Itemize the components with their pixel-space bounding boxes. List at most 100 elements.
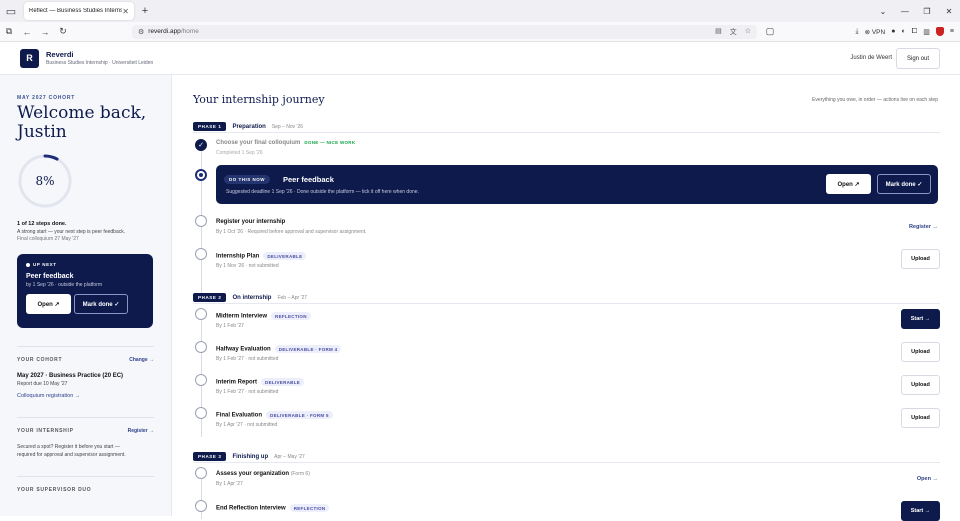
extensions-icon[interactable]: ⧠ <box>912 28 918 36</box>
journey-main: Your internship journey Everything you o… <box>193 75 940 521</box>
step-tag: DELIVERABLE · FORM 4 <box>274 345 342 353</box>
phase-3-header: PHASE 3 Finishing up Apr – May '27 <box>193 451 940 463</box>
sidebar: MAY 2027 COHORT Welcome back, Justin 8% … <box>0 75 172 516</box>
step-title-text: Halfway Evaluation <box>216 346 271 353</box>
up-next-mark-done-button[interactable]: Mark done ✓ <box>74 294 128 314</box>
up-next-label-text: UP NEXT <box>33 262 57 267</box>
back-icon[interactable]: ← <box>18 22 36 42</box>
step-title-text: Assess your organization <box>216 471 290 477</box>
translate-icon[interactable]: 文 <box>730 27 737 37</box>
phase-badge: PHASE 3 <box>193 452 227 461</box>
progress-percent: 8% <box>35 174 55 188</box>
step-sub: By 1 Feb '27 · not submitted <box>216 389 279 395</box>
vpn-button[interactable]: ⊗ VPN <box>865 28 886 36</box>
phase-dates: Sep – Nov '26 <box>271 123 304 130</box>
phase-name: Finishing up <box>232 453 269 460</box>
menu-icon[interactable]: ≡ <box>950 28 954 35</box>
account-icon[interactable]: ● <box>891 28 895 35</box>
start-button[interactable]: Start → <box>901 309 940 329</box>
pending-circle-icon <box>195 308 207 320</box>
phase-badge: PHASE 1 <box>193 122 227 131</box>
up-next-subtitle: by 1 Sep '26 · outside the platform <box>26 282 102 288</box>
step-title: Choose your final colloquium DONE — NICE … <box>216 140 355 146</box>
current-step-sub: Suggested deadline 1 Sep '26 · Done outs… <box>226 189 419 195</box>
peer-mark-done-button[interactable]: Mark done ✓ <box>877 174 931 194</box>
dot-icon <box>26 262 30 267</box>
current-step-icon <box>195 169 207 181</box>
tab-overview-icon[interactable]: ▭ <box>0 0 22 22</box>
peer-open-button[interactable]: Open ↗ <box>826 174 871 194</box>
upload-button[interactable]: Upload <box>901 408 940 428</box>
step-title: Interim Report DELIVERABLE <box>216 378 305 386</box>
forward-icon[interactable]: → <box>36 22 54 42</box>
step-tag: DELIVERABLE <box>261 378 305 386</box>
step-sub: By 1 Feb '27 <box>216 323 244 329</box>
dropdown-icon[interactable]: ⌄ <box>872 0 894 22</box>
phase-dates: Apr – May '27 <box>274 453 305 460</box>
sign-out-button[interactable]: Sign out <box>896 48 940 69</box>
cohort-heading: YOUR COHORT <box>17 357 63 363</box>
journey-hint: Everything you owe, in order — actions l… <box>812 97 938 103</box>
upload-button[interactable]: Upload <box>901 342 940 362</box>
upload-button[interactable]: Upload <box>901 375 940 395</box>
close-window-icon[interactable]: ✕ <box>938 0 960 22</box>
final-colloquium-date: Final colloquium 27 May '27 <box>17 236 79 242</box>
cohort-label: MAY 2027 COHORT <box>17 95 76 101</box>
sidebar-toggle-icon[interactable]: ⧉ <box>0 22 18 42</box>
privacy-icon[interactable]: ◐ <box>901 28 905 35</box>
start-button[interactable]: Start → <box>901 501 940 521</box>
welcome-name: Justin <box>17 122 67 142</box>
browser-tab[interactable]: Reflect — Business Studies Internshi ✕ <box>24 2 134 20</box>
restore-icon[interactable]: ❐ <box>916 0 938 22</box>
report-due: Report due 10 May '27 <box>17 381 68 387</box>
change-cohort-link[interactable]: Change → <box>129 357 154 363</box>
site-info-icon[interactable]: ⚙ <box>138 28 144 36</box>
minimize-icon[interactable]: — <box>894 0 916 22</box>
ublock-shield-icon[interactable] <box>935 27 944 36</box>
step-tag: REFLECTION <box>289 504 330 512</box>
register-internship-link[interactable]: Register → <box>128 428 154 434</box>
step-title: Halfway Evaluation DELIVERABLE · FORM 4 <box>216 345 342 353</box>
pending-circle-icon <box>195 374 207 386</box>
supervisor-section-header: YOUR SUPERVISOR DUO <box>17 476 154 493</box>
reload-icon[interactable]: ↻ <box>54 22 72 42</box>
upload-button[interactable]: Upload <box>901 249 940 269</box>
step-title-text: Internship Plan <box>216 253 260 260</box>
up-next-card: UP NEXT Peer feedback by 1 Sep '26 · out… <box>17 254 153 328</box>
downloads-icon[interactable]: ⤓ <box>855 28 858 36</box>
cohort-title: May 2027 · Business Practice (20 EC) <box>17 373 124 379</box>
pending-circle-icon <box>195 248 207 260</box>
phase-1-header: PHASE 1 Preparation Sep – Nov '26 <box>193 121 940 133</box>
up-next-open-button[interactable]: Open ↗ <box>26 294 71 314</box>
pending-circle-icon <box>195 215 207 227</box>
address-bar[interactable]: ⚙ reverdi.app/home ▤ 文 ☆ <box>132 24 757 39</box>
pocket-icon[interactable]: ▢ <box>761 22 779 42</box>
supervisor-heading: YOUR SUPERVISOR DUO <box>17 487 92 493</box>
step-title: Register your internship <box>216 219 286 225</box>
bookmark-icon[interactable]: ☆ <box>745 27 751 37</box>
colloquium-registration-link[interactable]: Colloquium registration → <box>17 393 154 399</box>
step-sub: By 1 Nov '26 · not submitted <box>216 263 279 269</box>
step-title-text: Midterm Interview <box>216 313 268 320</box>
url-path: /home <box>180 28 199 35</box>
phase-dates: Feb – Apr '27 <box>277 294 308 301</box>
reader-view-icon[interactable]: ▤ <box>715 27 722 37</box>
timeline-line <box>200 479 202 519</box>
step-title: End Reflection Interview REFLECTION <box>216 504 330 512</box>
register-link[interactable]: Register → <box>909 224 938 230</box>
library-icon[interactable]: ▥ <box>923 28 930 36</box>
done-label: DONE — NICE WORK <box>304 140 356 145</box>
browser-nav-bar: ⧉ ← → ↻ ⚙ reverdi.app/home ▤ 文 ☆ ▢ ⤓ ⊗ V… <box>0 22 960 42</box>
open-link[interactable]: Open → <box>917 476 938 482</box>
url-host: reverdi.app <box>148 28 181 35</box>
step-title-text: Interim Report <box>216 379 258 386</box>
step-tag: DELIVERABLE <box>263 252 307 260</box>
internship-text-2: required for approval and supervisor ass… <box>17 452 126 458</box>
logo[interactable]: R <box>20 48 39 68</box>
brand-subtitle: Business Studies Internship · Universite… <box>46 60 154 66</box>
pending-circle-icon <box>195 407 207 419</box>
close-tab-icon[interactable]: ✕ <box>122 7 129 16</box>
user-name: Justin de Weert <box>850 55 892 61</box>
internship-heading: YOUR INTERNSHIP <box>17 428 74 434</box>
new-tab-icon[interactable]: + <box>134 0 156 22</box>
